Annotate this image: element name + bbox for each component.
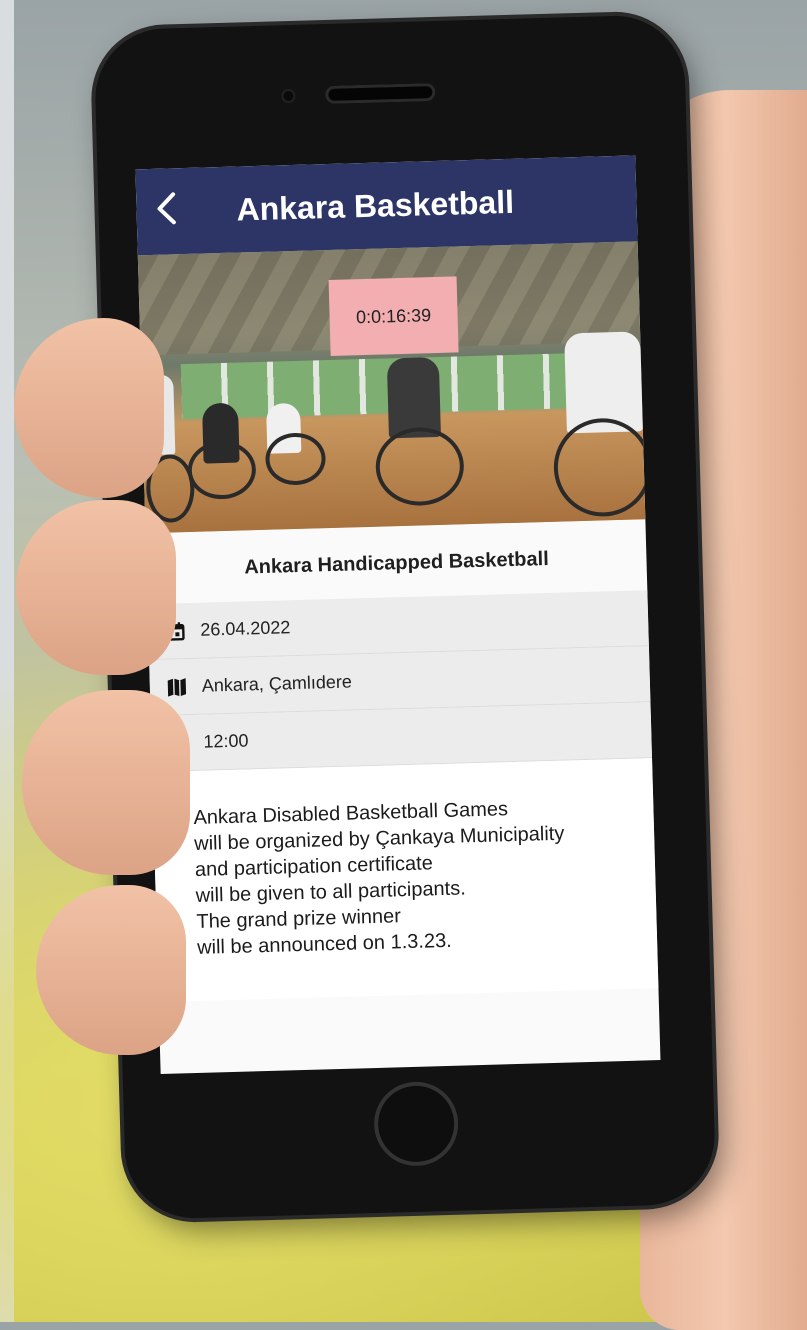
event-time: 12:00 <box>203 730 249 752</box>
finger <box>22 690 190 875</box>
event-image: 0:0:16:39 <box>138 241 646 533</box>
event-description: Ankara Disabled Basketball Games will be… <box>152 758 658 1002</box>
page-title: Ankara Basketball <box>236 183 514 228</box>
front-camera <box>281 89 295 103</box>
event-location: Ankara, Çamlıdere <box>202 672 353 697</box>
image-player <box>387 357 441 438</box>
back-button[interactable] <box>136 190 197 233</box>
chevron-left-icon <box>155 191 178 226</box>
app-screen: Ankara Basketball 0:0:16:39 Ankara Handi… <box>135 155 660 1074</box>
app-bar: Ankara Basketball <box>135 155 637 255</box>
home-button[interactable] <box>373 1081 459 1167</box>
earpiece-speaker <box>325 83 435 104</box>
countdown-timer: 0:0:16:39 <box>329 276 459 356</box>
phone-device: Ankara Basketball 0:0:16:39 Ankara Handi… <box>94 14 717 1220</box>
finger <box>14 318 164 498</box>
map-icon <box>166 676 189 699</box>
event-date: 26.04.2022 <box>200 617 291 641</box>
